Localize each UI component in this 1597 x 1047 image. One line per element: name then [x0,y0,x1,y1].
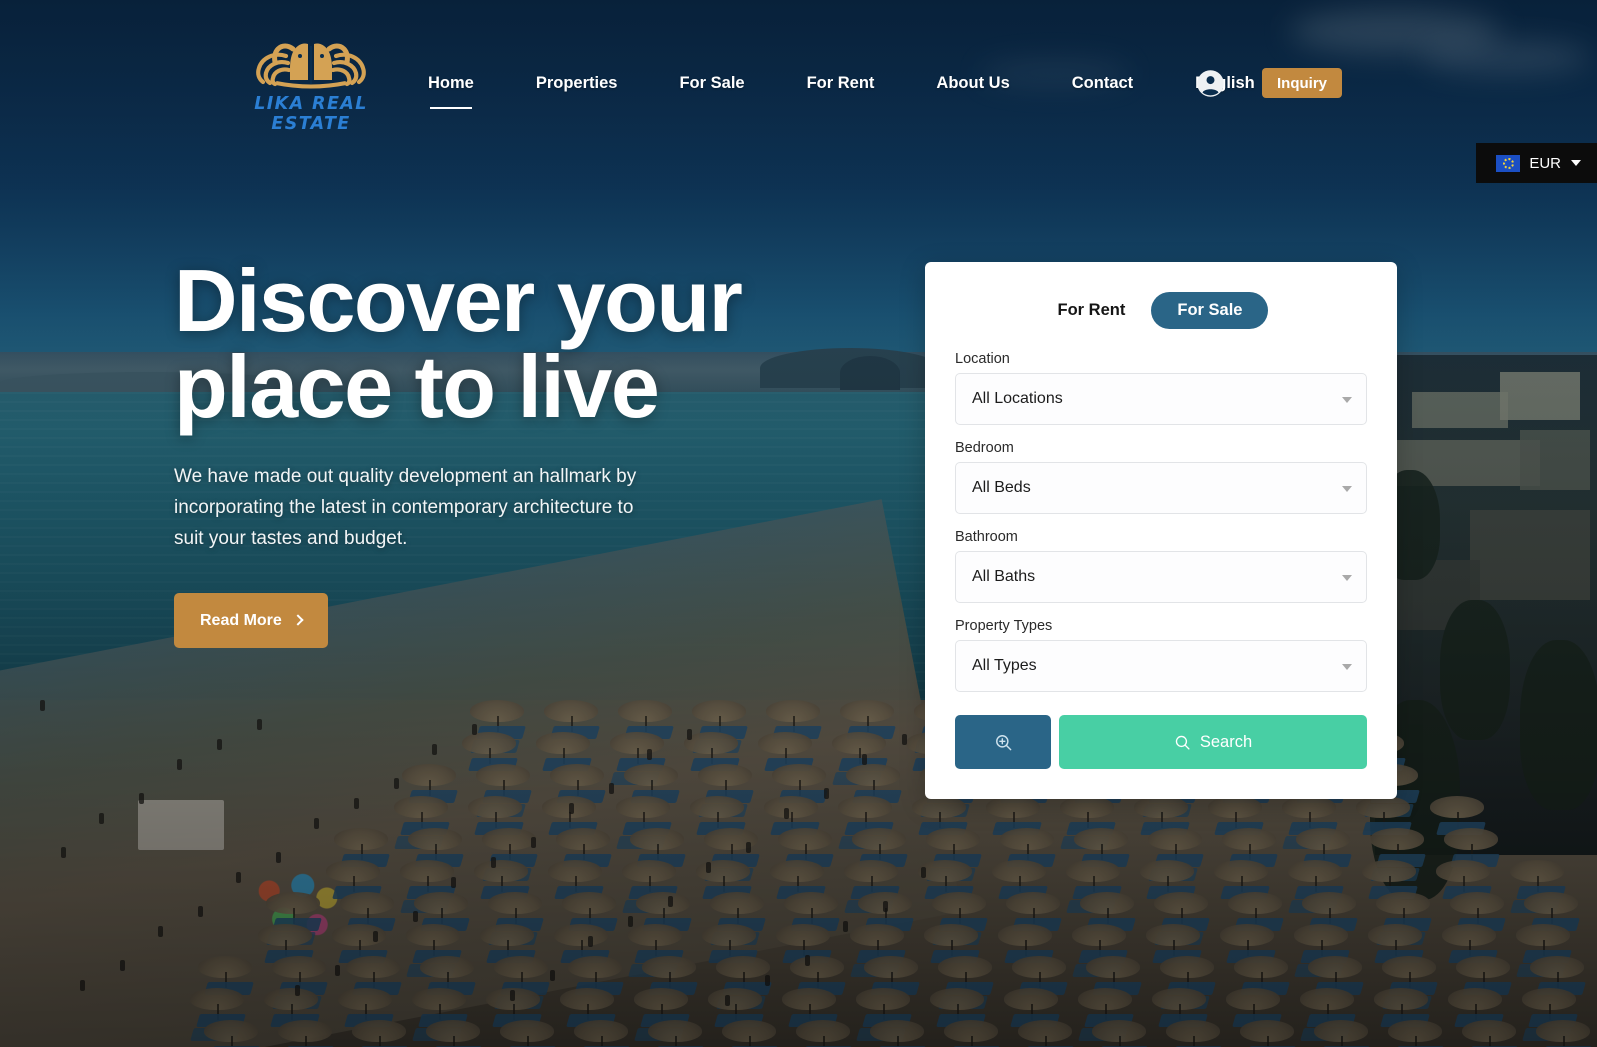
property-types-select[interactable]: All Types [955,640,1367,692]
location-label: Location [955,351,1010,367]
location-value: All Locations [972,390,1063,407]
bedroom-select[interactable]: All Beds [955,462,1367,514]
hero-paragraph: We have made out quality development an … [174,466,637,550]
chevron-down-icon [1342,575,1352,581]
search-button[interactable]: Search [1059,715,1367,769]
field-property-types: Property Types All Types [955,618,1367,692]
bathroom-label: Bathroom [955,529,1018,545]
page-root: LIKA REAL ESTATE Home Properties For Sal… [0,0,1597,1047]
nav-item-about-us[interactable]: About Us [936,68,1009,99]
hero-content: Discover your place to live We have made… [174,257,874,649]
property-types-value: All Types [972,657,1037,674]
hero-title-line-1: Discover your [174,251,743,350]
eu-stars [1502,157,1514,169]
property-types-label: Property Types [955,618,1053,634]
search-actions: Search [955,715,1367,769]
currency-selector[interactable]: EUR [1476,143,1597,183]
chevron-down-icon [1571,160,1581,166]
twin-horse-emblem-icon [256,43,366,89]
chevron-down-icon [1342,664,1352,670]
site-header: LIKA REAL ESTATE Home Properties For Sal… [0,0,1597,183]
search-button-label: Search [1199,732,1253,751]
currency-code: EUR [1529,154,1561,172]
search-type-tabs: For Rent For Sale [955,292,1367,329]
nav-item-home[interactable]: Home [428,68,474,109]
advanced-search-button[interactable] [955,715,1051,769]
bathroom-select[interactable]: All Baths [955,551,1367,603]
eu-flag-icon [1496,154,1521,172]
tab-for-sale[interactable]: For Sale [1151,292,1269,329]
brand-name: LIKA REAL ESTATE [254,94,368,134]
tab-for-rent[interactable]: For Rent [1054,292,1130,329]
chevron-down-icon [1342,486,1352,492]
field-bathroom: Bathroom All Baths [955,529,1367,603]
bathroom-value: All Baths [972,568,1036,585]
user-account-icon[interactable] [1196,69,1225,98]
search-icon [1175,735,1190,750]
field-location: Location All Locations [955,351,1367,425]
read-more-button[interactable]: Read More [174,593,328,649]
nav-item-for-sale[interactable]: For Sale [679,68,744,99]
chevron-down-icon [1342,397,1352,403]
field-bedroom: Bedroom All Beds [955,440,1367,514]
read-more-label: Read More [200,611,282,629]
bedroom-value: All Beds [972,479,1031,496]
property-search-card: For Rent For Sale Location All Locations… [925,262,1397,799]
bedroom-label: Bedroom [955,440,1014,456]
nav-item-contact[interactable]: Contact [1072,68,1133,99]
nav-item-for-rent[interactable]: For Rent [807,68,875,99]
page-title: Discover your place to live [174,257,874,431]
main-navigation: Home Properties For Sale For Rent About … [428,68,1317,109]
nav-item-properties[interactable]: Properties [536,68,618,99]
brand-logo[interactable]: LIKA REAL ESTATE [222,36,400,134]
zoom-in-search-icon [995,734,1011,750]
inquiry-button[interactable]: Inquiry [1262,68,1343,98]
hero-title-line-2: place to live [174,337,660,437]
chevron-right-icon [292,614,304,627]
location-select[interactable]: All Locations [955,373,1367,425]
